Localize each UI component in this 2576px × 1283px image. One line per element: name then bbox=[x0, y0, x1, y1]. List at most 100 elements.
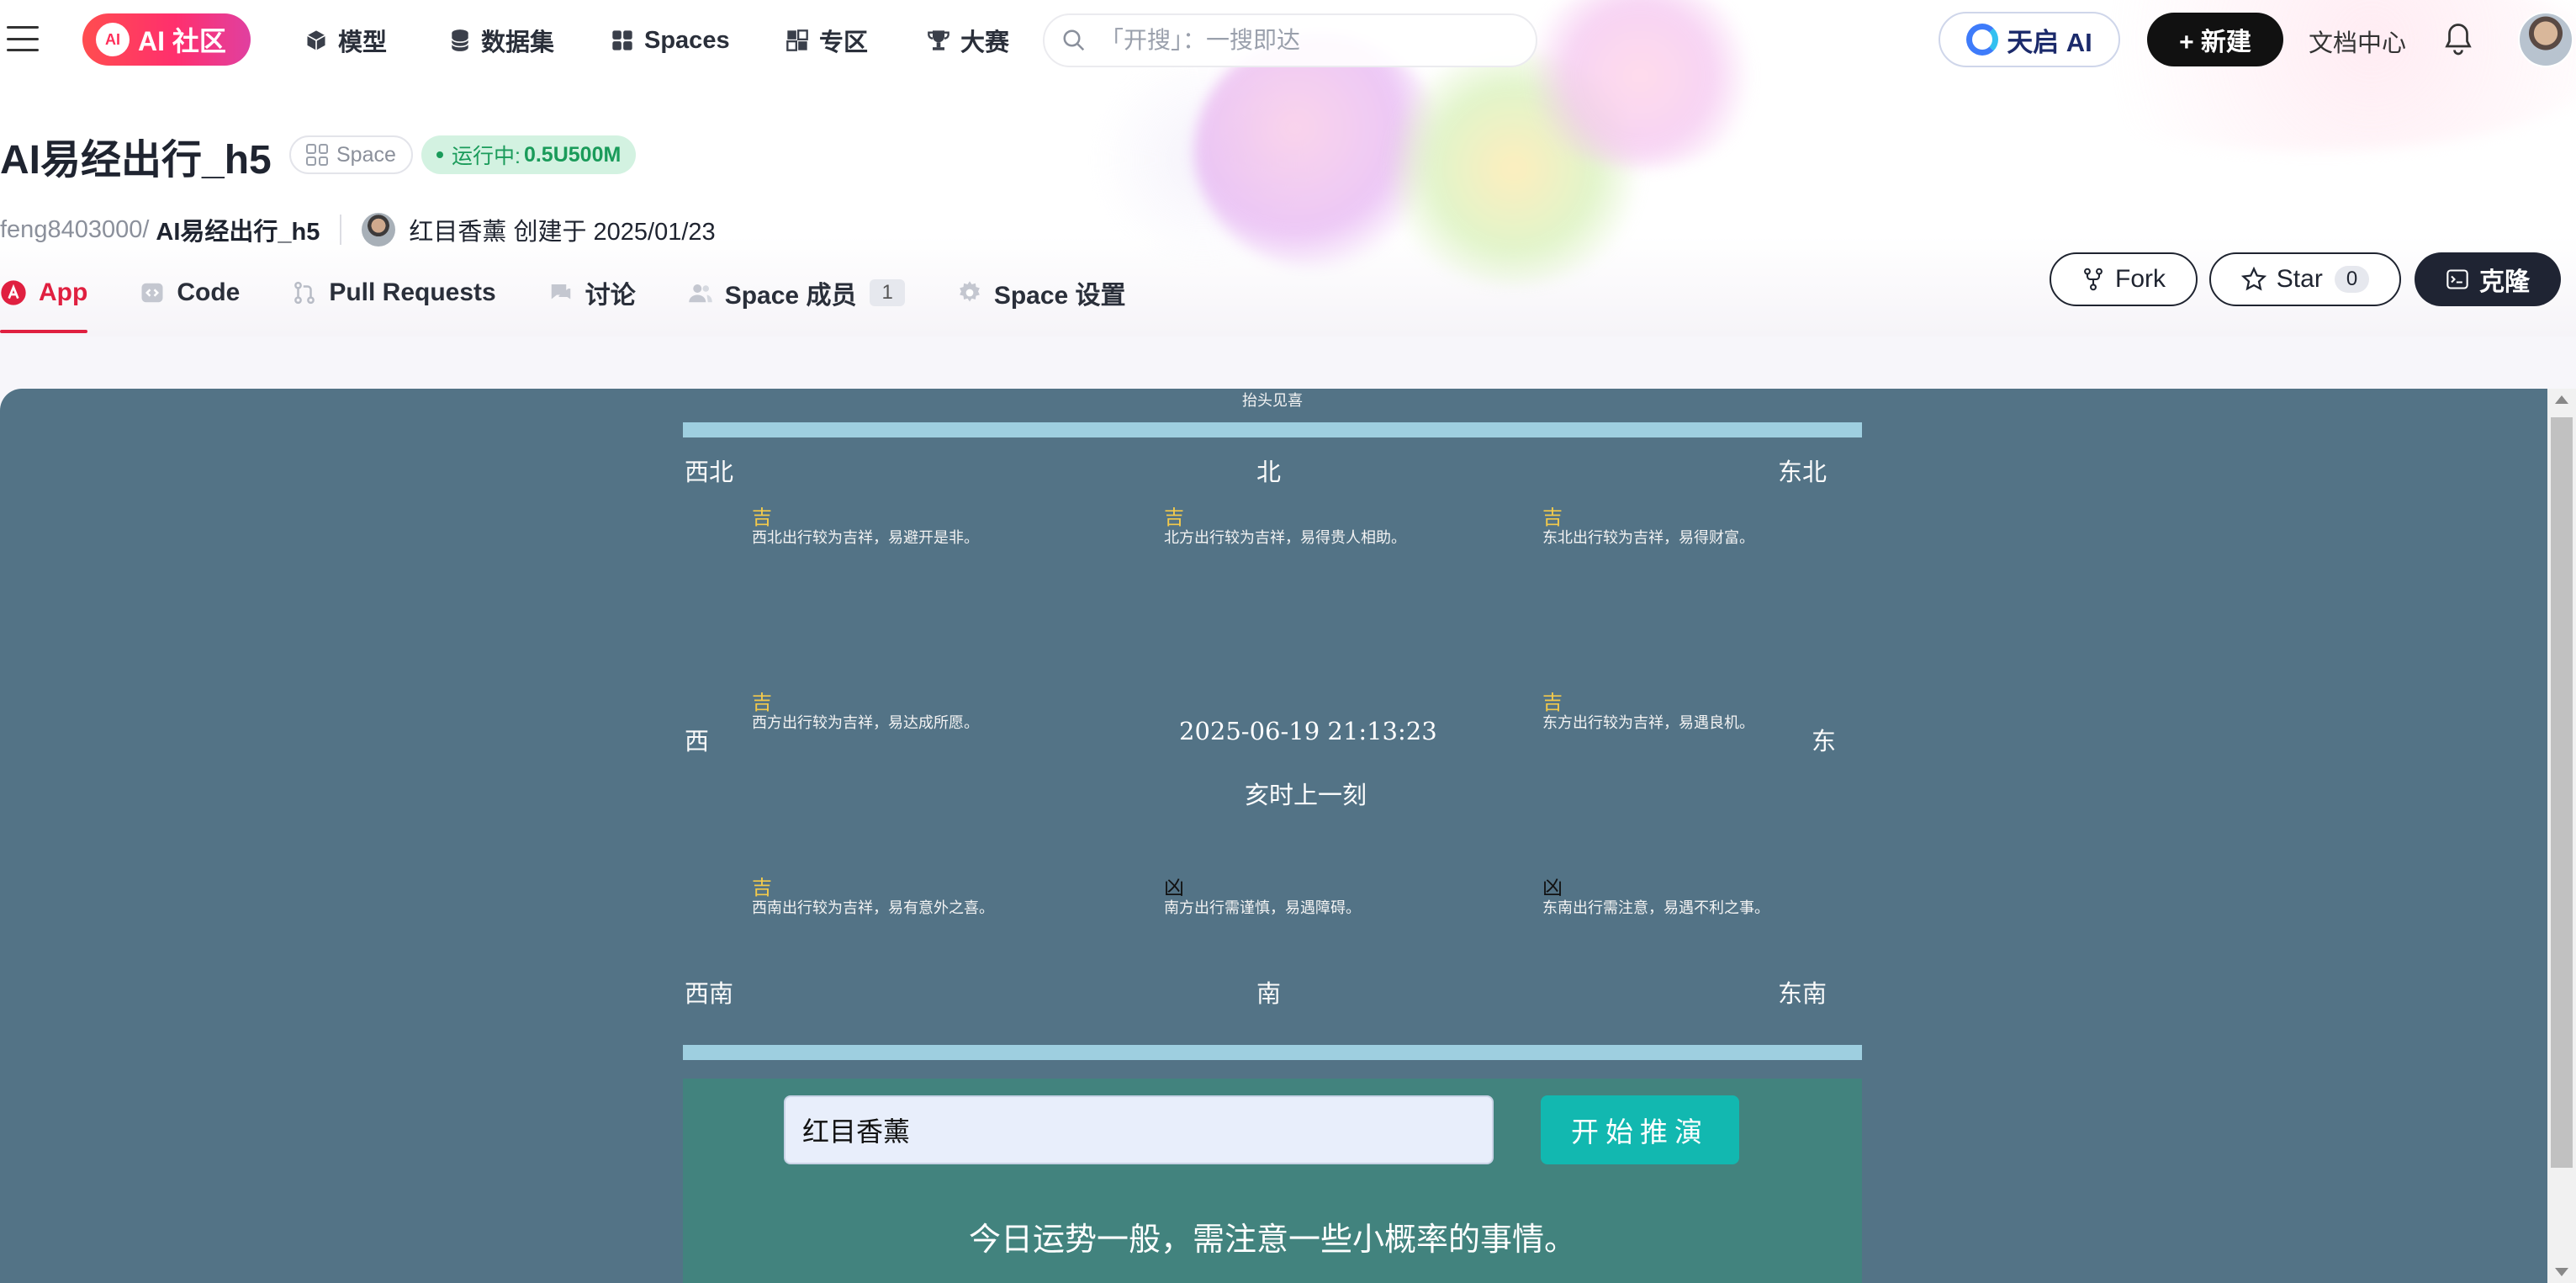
cell-text: 西南出行较为吉祥，易有意外之喜。 bbox=[752, 899, 994, 917]
direction-northwest: 西北 bbox=[685, 458, 734, 486]
member-count-badge: 1 bbox=[870, 279, 905, 306]
cell-west: 吉 西方出行较为吉祥，易达成所愿。 bbox=[752, 692, 1013, 734]
verdict-label: 吉 bbox=[752, 506, 772, 529]
tab-label: 讨论 bbox=[584, 282, 636, 310]
tab-members[interactable]: Space 成员 1 bbox=[688, 269, 905, 316]
fork-icon bbox=[2084, 268, 2103, 291]
nav-item-spaces[interactable]: Spaces bbox=[611, 21, 730, 60]
zone-icon bbox=[786, 29, 808, 51]
members-icon bbox=[688, 284, 712, 303]
tab-pull-requests[interactable]: Pull Requests bbox=[292, 269, 496, 316]
nav-item-label: 专区 bbox=[819, 29, 869, 56]
new-button[interactable]: + 新建 bbox=[2147, 13, 2283, 66]
clone-button[interactable]: 克隆 bbox=[2415, 252, 2561, 306]
verdict-label: 凶 bbox=[1164, 876, 1184, 899]
space-badge-label: Space bbox=[336, 142, 396, 167]
cell-north: 吉 北方出行较为吉祥，易得贵人相助。 bbox=[1164, 506, 1425, 549]
status-badge: 运行中: 0.5U500M bbox=[421, 135, 637, 174]
status-dot-icon bbox=[436, 151, 443, 158]
star-button[interactable]: Star 0 bbox=[2209, 252, 2401, 306]
scroll-up-icon[interactable] bbox=[2555, 395, 2568, 404]
logo-mark-icon: AI bbox=[96, 23, 130, 56]
nav-item-datasets[interactable]: 数据集 bbox=[449, 21, 554, 60]
page-title: AI易经出行_h5 bbox=[0, 138, 272, 183]
docs-center-link[interactable]: 文档中心 bbox=[2309, 24, 2406, 59]
cell-text: 西北出行较为吉祥，易避开是非。 bbox=[752, 529, 979, 547]
code-icon bbox=[141, 283, 163, 303]
direction-south: 南 bbox=[1256, 979, 1282, 1008]
nav-item-label: 模型 bbox=[338, 29, 388, 56]
tab-settings[interactable]: Space 设置 bbox=[957, 269, 1126, 316]
star-count: 0 bbox=[2334, 266, 2370, 293]
top-divider-bar bbox=[683, 422, 1862, 437]
direction-north: 北 bbox=[1256, 458, 1282, 486]
nav-item-label: Spaces bbox=[644, 26, 730, 54]
direction-east: 东 bbox=[1812, 727, 1837, 755]
search-icon bbox=[1063, 29, 1085, 51]
author-created-line: 红目香薰 创建于 2025/01/23 bbox=[409, 219, 716, 246]
tianqi-ai-button[interactable]: 天启 AI bbox=[1939, 12, 2120, 67]
verdict-label: 吉 bbox=[1542, 506, 1563, 529]
tianqi-label: 天启 AI bbox=[2007, 27, 2092, 57]
verdict-label: 吉 bbox=[1542, 691, 1563, 714]
tab-code[interactable]: Code bbox=[140, 269, 240, 316]
nav-item-zone[interactable]: 专区 bbox=[785, 21, 868, 60]
nav-item-label: 数据集 bbox=[481, 29, 555, 56]
tab-discussions[interactable]: 讨论 bbox=[548, 269, 636, 316]
direction-southwest: 西南 bbox=[685, 979, 734, 1008]
clone-label: 克隆 bbox=[2479, 268, 2530, 296]
breadcrumb: feng8403000/ AI易经出行_h5 红目香薰 创建于 2025/01/… bbox=[0, 212, 716, 247]
divider bbox=[340, 215, 342, 245]
user-avatar[interactable] bbox=[2518, 12, 2573, 67]
cell-south: 凶 南方出行需谨慎，易遇障碍。 bbox=[1164, 877, 1425, 919]
search-input[interactable] bbox=[1100, 27, 1504, 54]
current-shichen: 亥时上一刻 bbox=[1245, 781, 1367, 809]
tab-label: App bbox=[39, 278, 88, 306]
fork-label: Fork bbox=[2115, 265, 2166, 293]
database-icon bbox=[451, 29, 469, 51]
direction-west: 西 bbox=[685, 727, 710, 755]
hamburger-menu-icon[interactable] bbox=[7, 23, 39, 55]
trophy-icon bbox=[928, 30, 949, 50]
owner-link[interactable]: feng8403000/ bbox=[0, 216, 149, 244]
cell-text: 东南出行需注意，易遇不利之事。 bbox=[1542, 899, 1769, 917]
repo-link[interactable]: AI易经出行_h5 bbox=[156, 212, 320, 247]
community-logo[interactable]: AI AI 社区 bbox=[82, 13, 251, 66]
cube-icon bbox=[307, 30, 325, 50]
top-navigation: AI AI 社区 模型 数据集 Spaces 专区 大赛 天启 AI + 新建 … bbox=[0, 0, 2576, 81]
bottom-divider-bar bbox=[683, 1045, 1862, 1060]
tab-label: Space 成员 bbox=[724, 282, 857, 310]
cell-northeast: 吉 东北出行较为吉祥，易得财富。 bbox=[1542, 506, 1803, 549]
nav-item-models[interactable]: 模型 bbox=[304, 21, 387, 60]
cell-text: 南方出行需谨慎，易遇障碍。 bbox=[1164, 899, 1361, 917]
name-input[interactable] bbox=[784, 1095, 1494, 1164]
cell-text: 东方出行较为吉祥，易遇良机。 bbox=[1542, 714, 1754, 732]
star-label: Star bbox=[2276, 265, 2323, 293]
chat-icon bbox=[551, 284, 570, 300]
verdict-label: 吉 bbox=[752, 691, 772, 714]
direction-northeast: 东北 bbox=[1778, 458, 1828, 486]
logo-label: AI 社区 bbox=[138, 26, 226, 56]
divination-panel: 开始推演 今日运势一般，需注意一些小概率的事情。 bbox=[683, 1079, 1862, 1283]
scroll-down-icon[interactable] bbox=[2555, 1268, 2568, 1276]
compass-board: 抬头见喜 西北 北 东北 吉 西北出行较为吉祥，易避开是非。 吉 北方出行较为吉… bbox=[683, 389, 1862, 1283]
app-icon bbox=[1, 280, 26, 305]
app-scrollbar[interactable] bbox=[2547, 389, 2576, 1283]
author-avatar[interactable] bbox=[362, 213, 396, 247]
cell-text: 西方出行较为吉祥，易达成所愿。 bbox=[752, 714, 979, 732]
nav-item-competition[interactable]: 大赛 bbox=[927, 21, 1009, 60]
verdict-label: 吉 bbox=[1164, 506, 1184, 529]
tab-app[interactable]: App bbox=[0, 269, 88, 333]
space-grid-icon bbox=[306, 144, 328, 166]
start-divination-button[interactable]: 开始推演 bbox=[1541, 1095, 1739, 1164]
space-type-badge: Space bbox=[289, 135, 413, 174]
scroll-thumb[interactable] bbox=[2551, 417, 2573, 1168]
star-icon bbox=[2240, 267, 2267, 291]
spaces-grid-icon bbox=[612, 30, 632, 50]
bell-icon[interactable] bbox=[2443, 22, 2473, 56]
direction-southeast: 东南 bbox=[1778, 979, 1828, 1008]
fork-button[interactable]: Fork bbox=[2050, 252, 2198, 306]
cell-northwest: 吉 西北出行较为吉祥，易避开是非。 bbox=[752, 506, 1013, 549]
search-box[interactable] bbox=[1043, 13, 1537, 67]
status-value: 0.5U500M bbox=[523, 142, 622, 167]
